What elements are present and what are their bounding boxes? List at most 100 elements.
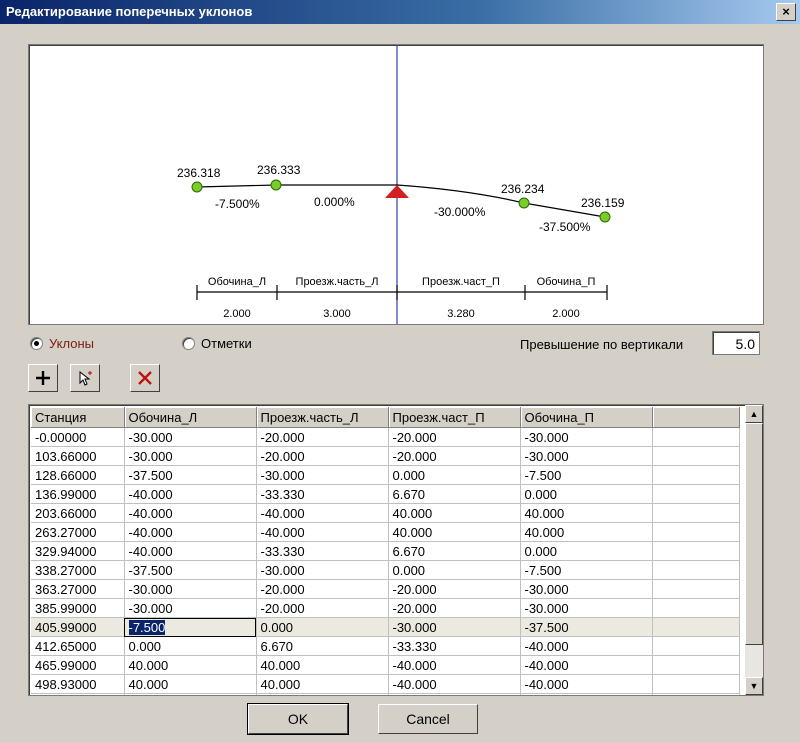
table-row[interactable]: 136.99000 -40.000 -33.330 6.670 0.000 bbox=[31, 484, 740, 504]
radio-marks[interactable]: Отметки bbox=[182, 334, 252, 352]
table-cell[interactable]: -40.000 bbox=[256, 503, 389, 523]
delete-row-button[interactable] bbox=[130, 364, 160, 392]
table-cell[interactable]: 6.670 bbox=[388, 484, 521, 504]
table-cell[interactable]: 465.99000 bbox=[31, 655, 125, 675]
table-row[interactable]: 405.99000 -7.500 0.000 -30.000 -37.500 bbox=[31, 617, 740, 637]
table-cell[interactable]: 405.99000 bbox=[31, 617, 125, 637]
table-row[interactable]: -0.00000 -30.000 -20.000 -20.000 -30.000 bbox=[31, 427, 740, 447]
table-cell[interactable]: -40.000 bbox=[520, 693, 653, 695]
table-cell[interactable]: -40.000 bbox=[124, 503, 257, 523]
table-cell[interactable]: 40.000 bbox=[520, 503, 653, 523]
table-cell[interactable]: -20.000 bbox=[256, 427, 389, 447]
table-cell[interactable]: 203.66000 bbox=[31, 503, 125, 523]
table-cell[interactable]: -40.000 bbox=[124, 541, 257, 561]
table-row[interactable]: 412.65000 0.000 6.670 -33.330 -40.000 bbox=[31, 636, 740, 656]
table-cell[interactable]: -20.000 bbox=[256, 446, 389, 466]
table-cell[interactable]: -40.000 bbox=[124, 522, 257, 542]
table-cell[interactable]: 412.65000 bbox=[31, 636, 125, 656]
table-row[interactable]: 263.27000 -40.000 -40.000 40.000 40.000 bbox=[31, 522, 740, 542]
table-row[interactable]: 329.94000 -40.000 -33.330 6.670 0.000 bbox=[31, 541, 740, 561]
table-cell[interactable]: 363.27000 bbox=[31, 579, 125, 599]
table-cell[interactable]: -40.000 bbox=[256, 522, 389, 542]
table-cell[interactable]: -40.000 bbox=[520, 636, 653, 656]
table-row[interactable]: 338.27000 -37.500 -30.000 0.000 -7.500 bbox=[31, 560, 740, 580]
table-cell[interactable]: 6.670 bbox=[256, 636, 389, 656]
table-cell[interactable]: 263.27000 bbox=[31, 522, 125, 542]
table-row[interactable]: 552.270000.0006.670-33.330-40.000 bbox=[31, 693, 740, 695]
table-cell[interactable]: -33.330 bbox=[388, 636, 521, 656]
table-cell[interactable]: -20.000 bbox=[388, 579, 521, 599]
column-header[interactable]: Проезж.часть_Л bbox=[256, 407, 389, 428]
table-cell[interactable]: 0.000 bbox=[256, 617, 389, 637]
scroll-up-icon[interactable]: ▲ bbox=[745, 405, 763, 423]
table-cell[interactable]: -40.000 bbox=[124, 484, 257, 504]
table-cell[interactable]: -37.500 bbox=[124, 465, 257, 485]
table-cell[interactable]: -20.000 bbox=[256, 579, 389, 599]
pick-row-button[interactable] bbox=[70, 364, 100, 392]
table-cell[interactable]: 338.27000 bbox=[31, 560, 125, 580]
table-cell[interactable]: 385.99000 bbox=[31, 598, 125, 618]
table-cell[interactable]: 329.94000 bbox=[31, 541, 125, 561]
table-cell[interactable]: -30.000 bbox=[388, 617, 521, 637]
table-cell[interactable]: 498.93000 bbox=[31, 674, 125, 694]
table-cell[interactable]: 40.000 bbox=[124, 674, 257, 694]
scroll-thumb[interactable] bbox=[745, 423, 763, 645]
table-cell[interactable]: -30.000 bbox=[520, 427, 653, 447]
table-cell-editing[interactable]: -7.500 bbox=[124, 617, 257, 637]
table-cell[interactable]: 40.000 bbox=[388, 522, 521, 542]
table-cell[interactable]: -0.00000 bbox=[31, 427, 125, 447]
add-row-button[interactable] bbox=[28, 364, 58, 392]
table-cell[interactable]: -7.500 bbox=[520, 560, 653, 580]
radio-slopes-dot[interactable] bbox=[30, 336, 43, 350]
table-cell[interactable]: -33.330 bbox=[256, 541, 389, 561]
vertical-exaggeration-input[interactable]: 5.0 bbox=[712, 331, 760, 355]
table-cell[interactable]: -33.330 bbox=[256, 484, 389, 504]
table-cell[interactable]: -40.000 bbox=[388, 674, 521, 694]
table-cell[interactable]: 136.99000 bbox=[31, 484, 125, 504]
table-cell[interactable]: 0.000 bbox=[388, 560, 521, 580]
table-cell[interactable]: -7.500 bbox=[520, 465, 653, 485]
table-cell[interactable]: -37.500 bbox=[124, 560, 257, 580]
table-cell[interactable]: -40.000 bbox=[388, 655, 521, 675]
table-cell[interactable]: 40.000 bbox=[256, 655, 389, 675]
table-cell[interactable]: 6.670 bbox=[256, 693, 389, 695]
table-cell[interactable]: -30.000 bbox=[124, 598, 257, 618]
table-cell[interactable]: 552.27000 bbox=[31, 693, 125, 695]
cell-edit-text[interactable]: -7.500 bbox=[128, 619, 166, 635]
table-cell[interactable]: 0.000 bbox=[520, 541, 653, 561]
table-row[interactable]: 498.93000 40.000 40.000 -40.000 -40.000 bbox=[31, 674, 740, 694]
table-cell[interactable]: -40.000 bbox=[520, 655, 653, 675]
table-row[interactable]: 385.99000 -30.000 -20.000 -20.000 -30.000 bbox=[31, 598, 740, 618]
table-cell[interactable]: -20.000 bbox=[388, 446, 521, 466]
table-cell[interactable]: 6.670 bbox=[388, 541, 521, 561]
table-cell[interactable]: 0.000 bbox=[124, 636, 257, 656]
vertical-scrollbar[interactable]: ▲ ▼ bbox=[745, 405, 763, 695]
table-cell[interactable]: -30.000 bbox=[124, 446, 257, 466]
table-cell[interactable]: -30.000 bbox=[124, 427, 257, 447]
table-cell[interactable]: 40.000 bbox=[124, 655, 257, 675]
table-cell[interactable]: -20.000 bbox=[256, 598, 389, 618]
table-cell[interactable]: -30.000 bbox=[520, 598, 653, 618]
table-cell[interactable]: -20.000 bbox=[388, 598, 521, 618]
table-cell[interactable]: -30.000 bbox=[256, 560, 389, 580]
table-row[interactable]: 465.99000 40.000 40.000 -40.000 -40.000 bbox=[31, 655, 740, 675]
radio-slopes[interactable]: Уклоны bbox=[30, 334, 94, 352]
table-cell[interactable]: 128.66000 bbox=[31, 465, 125, 485]
table-row[interactable]: 103.66000 -30.000 -20.000 -20.000 -30.000 bbox=[31, 446, 740, 466]
table-cell[interactable]: 40.000 bbox=[256, 674, 389, 694]
table-row[interactable]: 128.66000 -37.500 -30.000 0.000 -7.500 bbox=[31, 465, 740, 485]
scroll-down-icon[interactable]: ▼ bbox=[745, 677, 763, 695]
table-cell[interactable]: -30.000 bbox=[124, 579, 257, 599]
table-cell[interactable]: -30.000 bbox=[520, 579, 653, 599]
table-cell[interactable]: 0.000 bbox=[124, 693, 257, 695]
table-row[interactable]: 203.66000 -40.000 -40.000 40.000 40.000 bbox=[31, 503, 740, 523]
table-cell[interactable]: -40.000 bbox=[520, 674, 653, 694]
table-cell[interactable]: 0.000 bbox=[520, 484, 653, 504]
close-button[interactable]: × bbox=[776, 3, 796, 21]
table-cell[interactable]: 0.000 bbox=[388, 465, 521, 485]
column-header[interactable]: Обочина_П bbox=[520, 407, 653, 428]
table-cell[interactable]: -33.330 bbox=[388, 693, 521, 695]
table-row[interactable]: 363.27000 -30.000 -20.000 -20.000 -30.000 bbox=[31, 579, 740, 599]
table-cell[interactable]: 40.000 bbox=[388, 503, 521, 523]
table-cell[interactable]: -37.500 bbox=[520, 617, 653, 637]
